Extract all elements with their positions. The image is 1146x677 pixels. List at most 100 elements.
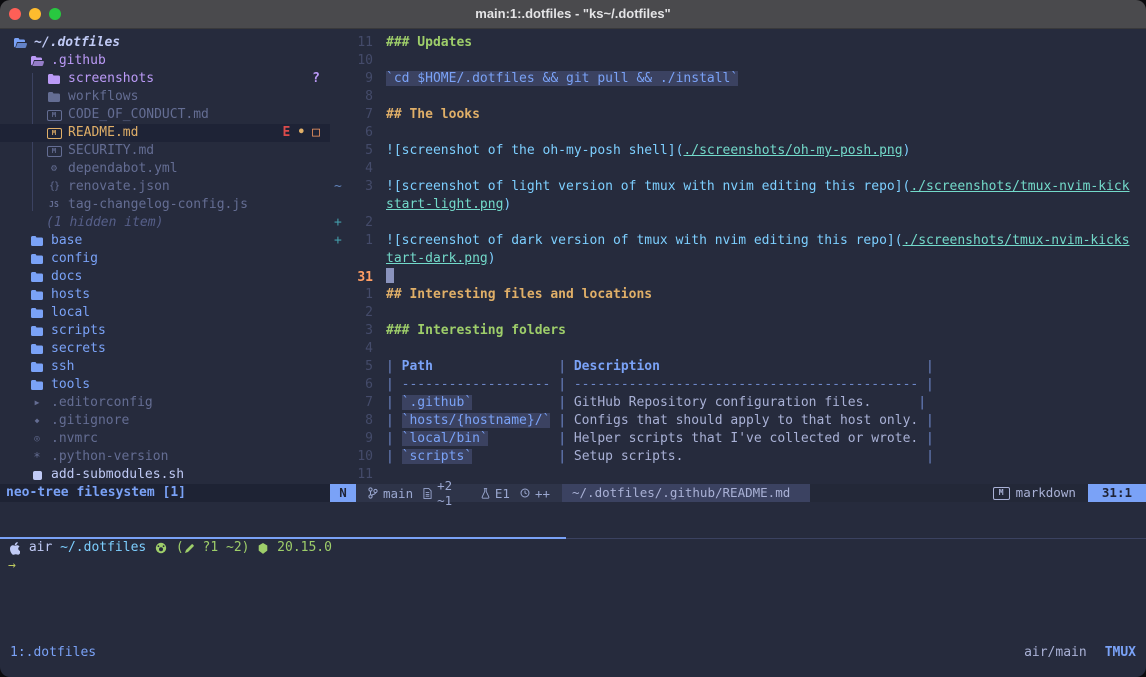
editor-line[interactable]: 9 `cd $HOME/.dotfiles && git pull && ./in… xyxy=(330,70,1146,88)
tree-item-screenshots[interactable]: screenshots? xyxy=(0,70,330,88)
editor-line[interactable]: +1![screenshot of dark version of tmux w… xyxy=(330,232,1146,250)
tree-item-gitignore[interactable]: ◆.gitignore xyxy=(0,412,330,430)
syntax-segment: ) xyxy=(903,143,911,158)
tree-item-tag-changelog-config-js[interactable]: JStag-changelog-config.js xyxy=(0,196,330,214)
editor-line[interactable]: 10| `scripts` | Setup scripts. | xyxy=(330,448,1146,466)
tree-item-docs[interactable]: docs xyxy=(0,268,330,286)
line-number: 8 xyxy=(347,88,373,106)
tree-item-editorconfig[interactable]: ▶.editorconfig xyxy=(0,394,330,412)
tree-item-github[interactable]: .github xyxy=(0,52,330,70)
line-number: 1 xyxy=(347,232,373,250)
tmux-window-tab[interactable]: 1:.dotfiles xyxy=(10,643,96,663)
minimize-button[interactable] xyxy=(29,8,41,20)
tree-item-workflows[interactable]: workflows xyxy=(0,88,330,106)
line-number: 5 xyxy=(347,142,373,160)
tree-item-readme-md[interactable]: MREADME.mdE•□ xyxy=(0,124,330,142)
line-number: 2 xyxy=(347,214,373,232)
line-text: | `hosts/{hostname}/` | Configs that sho… xyxy=(386,413,934,428)
syntax-segment: ./screenshots/tmux-nvim-kicks xyxy=(903,233,1130,248)
line-number: 4 xyxy=(347,160,373,178)
syntax-segment: | xyxy=(386,413,402,428)
prompt-segment: 20.15.0 xyxy=(269,539,332,557)
tree-item-1-hidden-item[interactable]: (1 hidden item) xyxy=(0,214,330,232)
tree-item-base[interactable]: base xyxy=(0,232,330,250)
close-button[interactable] xyxy=(9,8,21,20)
tree-item-label: .github xyxy=(51,52,106,70)
tree-item-local[interactable]: local xyxy=(0,304,330,322)
syntax-segment: | xyxy=(918,359,934,374)
editor-line[interactable]: 6 xyxy=(330,124,1146,142)
test-flask-icon xyxy=(481,488,490,499)
tmux-content: ~/.dotfiles.githubscreenshots?workflowsM… xyxy=(0,29,1146,677)
tree-item-security-md[interactable]: MSECURITY.md xyxy=(0,142,330,160)
editor-line[interactable]: ~3![screenshot of light version of tmux … xyxy=(330,178,1146,196)
editor-line[interactable]: 7## The looks xyxy=(330,106,1146,124)
editor-line[interactable]: +2 xyxy=(330,214,1146,232)
editor-line[interactable]: 7| `.github` | GitHub Repository configu… xyxy=(330,394,1146,412)
syntax-segment: | xyxy=(550,377,573,392)
nvim-statusline: N main +2 ~1 xyxy=(330,484,1146,502)
editor-line[interactable]: 6| ------------------- | ---------------… xyxy=(330,376,1146,394)
editor-line[interactable]: 9| `local/bin` | Helper scripts that I'v… xyxy=(330,430,1146,448)
pencil-icon xyxy=(185,544,194,553)
line-number: 1 xyxy=(347,286,373,304)
markdown-icon: M xyxy=(46,128,62,139)
tree-item-ssh[interactable]: ssh xyxy=(0,358,330,376)
editor-line[interactable]: 2 xyxy=(330,304,1146,322)
editor-line[interactable]: start-light.png) xyxy=(330,196,1146,214)
editor-line[interactable]: 4 xyxy=(330,160,1146,178)
prompt-input-line[interactable]: → xyxy=(0,557,1146,575)
tree-item-code-of-conduct-md[interactable]: MCODE_OF_CONDUCT.md xyxy=(0,106,330,124)
syntax-segment: | xyxy=(550,431,573,446)
tree-item-python-version[interactable]: *.python-version xyxy=(0,448,330,466)
folder-icon xyxy=(29,290,45,300)
line-text: `cd $HOME/.dotfiles && git pull && ./ins… xyxy=(386,71,738,86)
editor-line[interactable]: 1## Interesting files and locations xyxy=(330,286,1146,304)
editor-line[interactable]: 10 xyxy=(330,52,1146,70)
editor-pane[interactable]: 11### Updates109`cd $HOME/.dotfiles && g… xyxy=(330,29,1146,502)
tree-item-label: scripts xyxy=(51,322,106,340)
tree-item-scripts[interactable]: scripts xyxy=(0,322,330,340)
editor-line[interactable]: 11### Updates xyxy=(330,34,1146,52)
tree-item-dependabot-yml[interactable]: ⚙dependabot.yml xyxy=(0,160,330,178)
line-number: 9 xyxy=(347,70,373,88)
prompt-segment: ( xyxy=(168,539,184,557)
tree-item-hosts[interactable]: hosts xyxy=(0,286,330,304)
tree-item-label: local xyxy=(51,304,90,322)
syntax-segment: | xyxy=(918,413,934,428)
editor-line[interactable]: 4 xyxy=(330,340,1146,358)
square-icon xyxy=(29,471,45,480)
editor-line[interactable]: 5![screenshot of the oh-my-posh shell](.… xyxy=(330,142,1146,160)
tree-item-label: (1 hidden item) xyxy=(46,214,163,232)
apple-icon xyxy=(9,542,20,555)
tree-item-add-submodules-sh[interactable]: add-submodules.sh xyxy=(0,466,330,484)
editor-line[interactable]: 31 xyxy=(330,268,1146,286)
status-badge: • xyxy=(297,124,305,142)
js-icon: JS xyxy=(46,196,62,214)
syntax-segment: Description xyxy=(574,359,660,374)
line-number: 10 xyxy=(347,448,373,466)
zoom-button[interactable] xyxy=(49,8,61,20)
tree-item-renovate-json[interactable]: {}renovate.json xyxy=(0,178,330,196)
editor-line[interactable]: 8| `hosts/{hostname}/` | Configs that sh… xyxy=(330,412,1146,430)
tree-item-label: ssh xyxy=(51,358,74,376)
markdown-icon: M xyxy=(46,146,62,157)
tree-item-nvmrc[interactable]: ◎.nvmrc xyxy=(0,430,330,448)
status-badge: E xyxy=(283,124,291,142)
tree-item-tools[interactable]: tools xyxy=(0,376,330,394)
terminal-window: main:1:.dotfiles - "ks~/.dotfiles" ~/.do… xyxy=(0,0,1146,677)
editor-line[interactable]: 3### Interesting folders xyxy=(330,322,1146,340)
line-text: | Path | Description | xyxy=(386,359,934,374)
editor-line[interactable]: 5| Path | Description | xyxy=(330,358,1146,376)
shell-pane[interactable]: air ~/.dotfiles ( ?1 ~2) 20.15.0 → xyxy=(0,539,1146,575)
tree-item-config[interactable]: config xyxy=(0,250,330,268)
line-text: | `local/bin` | Helper scripts that I've… xyxy=(386,431,934,446)
editor-line[interactable]: 8 xyxy=(330,88,1146,106)
tree-item-secrets[interactable]: secrets xyxy=(0,340,330,358)
line-number: 11 xyxy=(347,34,373,52)
folder-icon xyxy=(29,254,45,264)
editor-line[interactable]: tart-dark.png) xyxy=(330,250,1146,268)
editor-lines: 11### Updates109`cd $HOME/.dotfiles && g… xyxy=(330,34,1146,484)
filetype-indicator: markdown xyxy=(981,484,1088,502)
tree-item-dotfiles[interactable]: ~/.dotfiles xyxy=(0,34,330,52)
